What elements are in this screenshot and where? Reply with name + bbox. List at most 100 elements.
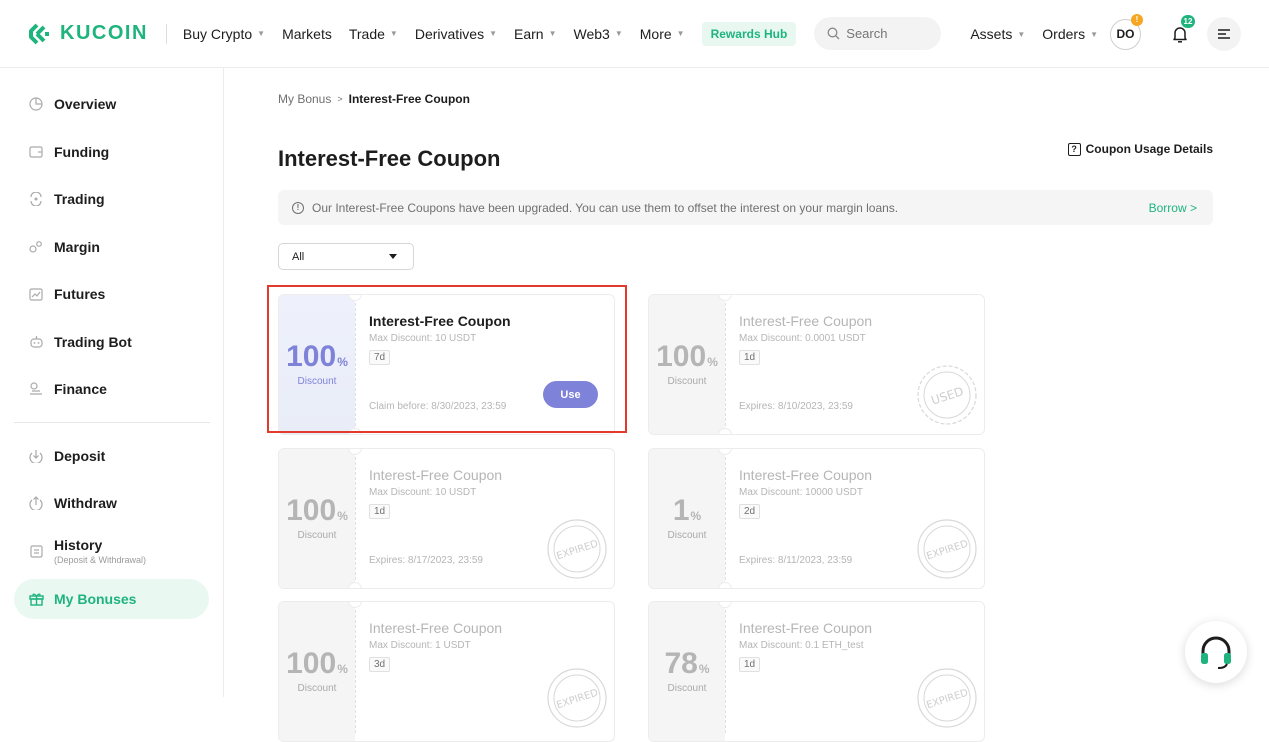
chevron-down-icon: ▼	[676, 29, 685, 38]
chevron-right-icon: >	[1189, 200, 1197, 215]
coupon-percent: 78	[664, 647, 698, 680]
sidebar-item-margin[interactable]: Margin	[14, 227, 209, 267]
search-box[interactable]	[814, 17, 942, 50]
nav-markets[interactable]: Markets	[282, 26, 332, 42]
bell-icon	[1173, 26, 1187, 43]
chevron-down-icon: ▼	[389, 29, 398, 38]
coupon-discount-label: Discount	[667, 683, 707, 694]
nav-divider	[165, 23, 167, 44]
futures-icon	[28, 286, 44, 302]
coupon-max-discount: Max Discount: 10 USDT	[369, 487, 477, 498]
bot-icon	[28, 334, 44, 350]
expired-stamp-icon: EXPIRED	[917, 668, 977, 728]
coupon-max-discount: Max Discount: 1 USDT	[369, 640, 471, 651]
sidebar-item-deposit[interactable]: Deposit	[14, 436, 209, 476]
coupon-name: Interest-Free Coupon	[369, 313, 511, 329]
coupon-max-discount: Max Discount: 0.0001 USDT	[739, 333, 866, 344]
chevron-down-icon: ▼	[1090, 29, 1098, 39]
nav-orders[interactable]: Orders ▼	[1042, 26, 1098, 42]
coupon-value: 100% Discount	[279, 295, 355, 434]
borrow-link[interactable]: Borrow >	[1149, 201, 1197, 215]
expired-stamp-icon: EXPIRED	[917, 519, 977, 579]
kucoin-logo[interactable]: KUCOIN	[28, 22, 148, 46]
customer-support-button[interactable]	[1185, 621, 1247, 683]
finance-icon	[28, 381, 44, 397]
brand-name: KUCOIN	[60, 22, 148, 44]
expired-stamp-icon: EXPIRED	[547, 519, 607, 579]
trading-icon	[28, 191, 44, 207]
rewards-hub-button[interactable]: Rewards Hub	[701, 21, 797, 46]
notifications-button[interactable]: 12	[1163, 15, 1197, 51]
page-title: Interest-Free Coupon	[278, 146, 501, 171]
nav-buy-crypto[interactable]: Buy Crypto ▼	[183, 26, 265, 42]
coupon-expiry: Claim before: 8/30/2023, 23:59	[369, 401, 507, 412]
kucoin-logo-icon	[29, 23, 49, 44]
sidebar-item-trading-bot[interactable]: Trading Bot	[14, 322, 209, 362]
coupon-card: 100% Discount Interest-Free Coupon Max D…	[278, 448, 615, 589]
sidebar-item-history[interactable]: History (Deposit & Withdrawal)	[14, 530, 209, 572]
chevron-down-icon: ▼	[489, 29, 498, 38]
avatar[interactable]: DO !	[1110, 13, 1143, 50]
coupon-value: 78% Discount	[649, 602, 725, 741]
nav-web3[interactable]: Web3 ▼	[574, 26, 623, 42]
breadcrumb-parent[interactable]: My Bonus	[278, 92, 331, 106]
info-icon: !	[292, 201, 304, 214]
coupon-discount-label: Discount	[667, 530, 707, 541]
notice-text: Our Interest-Free Coupons have been upgr…	[312, 200, 899, 215]
coupon-card: 78% Discount Interest-Free Coupon Max Di…	[648, 601, 985, 742]
menu-button[interactable]	[1207, 17, 1241, 51]
search-icon	[827, 27, 840, 40]
svg-text:USED: USED	[929, 384, 965, 408]
nav-more[interactable]: More ▼	[640, 26, 685, 42]
search-input[interactable]	[846, 26, 927, 41]
filter-selected-value: All	[292, 250, 305, 263]
headset-icon	[1201, 636, 1231, 669]
sidebar-item-futures[interactable]: Futures	[14, 274, 209, 314]
sidebar-item-funding[interactable]: Funding	[14, 132, 209, 172]
chevron-down-icon: ▼	[548, 29, 557, 38]
nav-trade[interactable]: Trade ▼	[349, 26, 398, 42]
upgrade-notice: ! Our Interest-Free Coupons have been up…	[278, 190, 1213, 225]
sidebar-item-withdraw[interactable]: Withdraw	[14, 483, 209, 523]
coupon-card: 100% Discount Interest-Free Coupon Max D…	[648, 294, 985, 435]
coupon-name: Interest-Free Coupon	[369, 467, 503, 483]
breadcrumb-current: Interest-Free Coupon	[348, 92, 470, 106]
notification-count-badge: 12	[1181, 15, 1195, 28]
coupon-percent: 100	[286, 340, 337, 373]
coupon-duration-badge: 7d	[369, 350, 391, 365]
chevron-down-icon: ▼	[1017, 29, 1026, 39]
avatar-initials: DO	[1116, 27, 1135, 41]
coupon-percent: 1	[672, 494, 690, 527]
coupon-value: 100% Discount	[649, 295, 725, 434]
chevron-down-icon: ▼	[614, 29, 623, 38]
question-icon: ?	[1067, 142, 1081, 156]
used-stamp-icon: USED	[917, 365, 977, 425]
sidebar-item-trading[interactable]: Trading	[14, 179, 209, 219]
coupon-max-discount: Max Discount: 10000 USDT	[739, 487, 863, 498]
sidebar-item-overview[interactable]: Overview	[14, 84, 209, 124]
history-icon	[28, 543, 44, 559]
coupon-duration-badge: 1d	[739, 350, 761, 365]
coupon-usage-details-link[interactable]: ? Coupon Usage Details	[1067, 142, 1213, 156]
nav-assets[interactable]: Assets ▼	[970, 26, 1025, 42]
top-navbar: KUCOIN Buy Crypto ▼ Markets Trade ▼ Deriva…	[0, 0, 1269, 68]
nav-earn[interactable]: Earn ▼	[514, 26, 557, 42]
nav-derivatives[interactable]: Derivatives ▼	[415, 26, 497, 42]
coupon-status-filter[interactable]: All	[278, 243, 414, 270]
coupon-max-discount: Max Discount: 0.1 ETH_test	[739, 640, 864, 651]
coupon-discount-label: Discount	[297, 376, 337, 387]
coupon-value: 1% Discount	[649, 449, 725, 588]
sidebar-item-finance[interactable]: Finance	[14, 369, 209, 409]
breadcrumb: My Bonus > Interest-Free Coupon	[278, 92, 470, 106]
coupon-duration-badge: 2d	[739, 504, 761, 519]
gift-icon	[28, 591, 44, 607]
coupon-name: Interest-Free Coupon	[739, 467, 873, 483]
margin-icon	[28, 239, 44, 255]
coupon-duration-badge: 1d	[739, 657, 761, 672]
sidebar-item-my-bonuses[interactable]: My Bonuses	[14, 579, 209, 619]
coupon-expiry: Expires: 8/10/2023, 23:59	[739, 401, 853, 412]
coupon-percent: 100	[286, 494, 337, 527]
use-coupon-button[interactable]: Use	[543, 381, 598, 408]
coupon-value: 100% Discount	[279, 449, 355, 588]
coupon-name: Interest-Free Coupon	[739, 620, 873, 636]
